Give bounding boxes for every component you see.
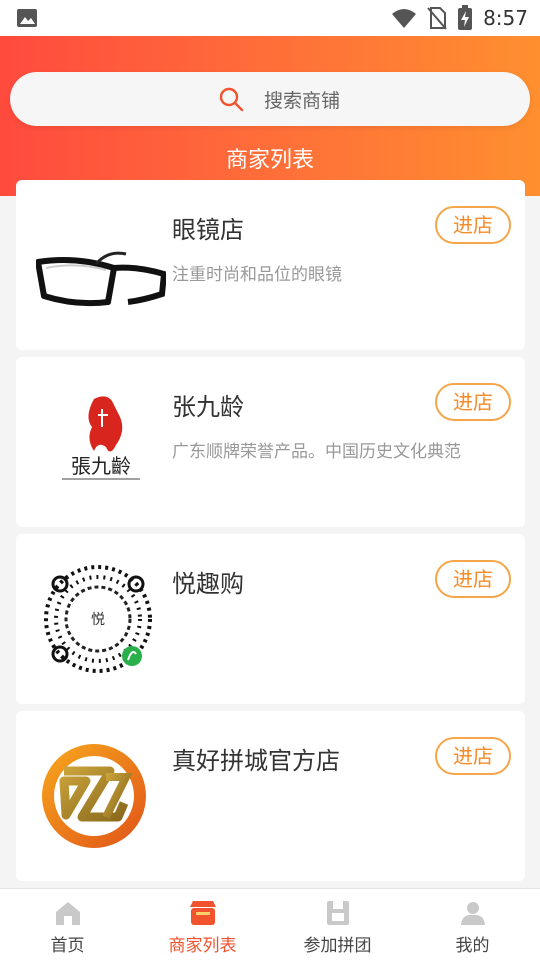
status-time: 8:57 [483,6,528,30]
battery-charging-icon [458,5,473,30]
tab-home[interactable]: 首页 [0,889,135,960]
bottom-tab-bar: 首页 商家列表 参加拼团 我的 [0,888,540,960]
search-icon [219,87,244,112]
user-icon [461,902,485,925]
shop-name: 张九龄 [172,393,244,421]
tab-shop-list[interactable]: 商家列表 [135,889,270,960]
shop-description: 广东顺牌荣誉产品。中国历史文化典范 [172,442,461,462]
tab-mine[interactable]: 我的 [405,889,540,960]
page-title: 商家列表 [225,148,314,173]
shop-card[interactable]: 悦 悦趣购 进店 [16,534,525,704]
shop-name: 悦趣购 [172,570,244,598]
shop-card[interactable]: 眼镜店 注重时尚和品位的眼镜 进店 [16,180,525,350]
no-sim-icon [427,7,447,30]
tab-label: 商家列表 [168,936,237,956]
shop-description: 注重时尚和品位的眼镜 [172,265,342,285]
home-icon [56,902,80,925]
shop-card[interactable]: 張九齡 张九龄 广东顺牌荣誉产品。中国历史文化典范 进店 [16,357,525,527]
tab-label: 首页 [50,936,85,956]
tab-join-group[interactable]: 参加拼团 [270,889,405,960]
search-placeholder: 搜索商铺 [264,90,341,112]
enter-shop-button[interactable]: 进店 [435,560,511,598]
shop-name: 真好拼城官方店 [172,747,340,775]
svg-text:悦: 悦 [91,612,105,628]
zhangjiuling-logo-text: 張九齡 [71,454,131,478]
wifi-icon [392,9,417,28]
shop-card[interactable]: 真好拼城官方店 进店 [16,711,525,881]
store-icon [190,901,216,925]
group-icon [327,901,349,925]
zhangjiuling-logo: 張九齡 [62,396,140,480]
mini-program-qr: 悦 [44,565,152,673]
tab-label: 参加拼团 [303,936,372,956]
enter-shop-button[interactable]: 进店 [435,206,511,244]
search-bar[interactable]: 搜索商铺 [10,72,530,126]
enter-shop-button[interactable]: 进店 [435,383,511,421]
enter-shop-button[interactable]: 进店 [435,737,511,775]
status-bar: 8:57 [0,0,540,36]
shop-name: 眼镜店 [172,216,244,244]
tab-label: 我的 [455,936,490,956]
zh-logo [42,744,146,848]
glasses-image [36,251,166,307]
image-icon [17,9,37,27]
